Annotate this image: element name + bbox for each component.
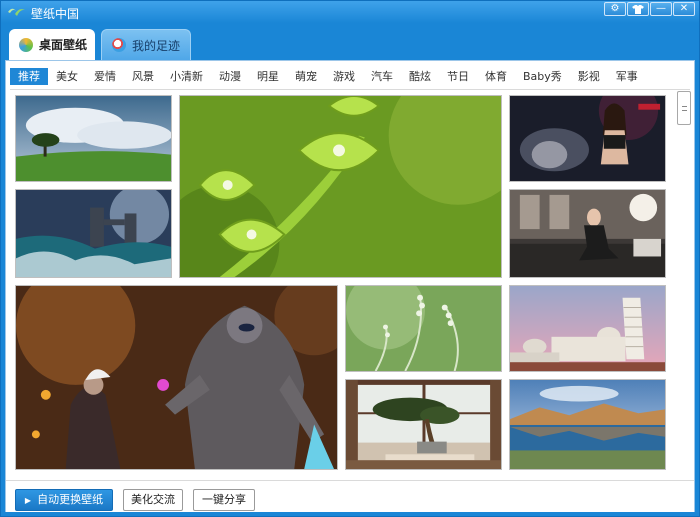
- footprint-icon: [112, 38, 126, 52]
- category-item[interactable]: 游戏: [325, 68, 363, 85]
- content-panel: 推荐 美女 爱情 风景 小清新 动漫 明星 萌宠 游戏 汽车 酷炫 节日 体育 …: [5, 60, 695, 512]
- category-item[interactable]: 美女: [48, 68, 86, 85]
- one-click-share-button[interactable]: 一键分享: [193, 489, 255, 511]
- scrollbar-thumb[interactable]: [677, 91, 691, 125]
- category-item[interactable]: 体育: [477, 68, 515, 85]
- app-window: 壁纸中国 ⚙ — ✕ 桌面壁纸 我的足迹 推荐 美女 爱情 风景 小清新 动漫 …: [0, 0, 700, 517]
- app-title: 壁纸中国: [31, 7, 80, 21]
- tile-green-plant[interactable]: [179, 95, 502, 278]
- tile-castle-waves[interactable]: [15, 189, 172, 278]
- shirt-icon[interactable]: [627, 2, 649, 16]
- tile-lake-mountains[interactable]: [509, 379, 666, 470]
- colorful-ball-icon: [19, 37, 33, 52]
- tile-city-girl[interactable]: [509, 189, 666, 278]
- auto-change-wallpaper-button[interactable]: ▶ 自动更换壁纸: [15, 489, 113, 511]
- auto-change-label: 自动更换壁纸: [37, 493, 104, 506]
- beautify-exchange-button[interactable]: 美化交流: [123, 489, 183, 511]
- tab-desktop-wallpaper[interactable]: 桌面壁纸: [9, 29, 95, 60]
- tile-motorbike-girl[interactable]: [509, 95, 666, 182]
- tile-pisa-tower[interactable]: [509, 285, 666, 372]
- tab-bar: 桌面壁纸 我的足迹: [9, 29, 191, 60]
- close-icon[interactable]: ✕: [673, 2, 695, 16]
- play-icon: ▶: [24, 496, 32, 505]
- tile-grass-flowers[interactable]: [345, 285, 502, 372]
- tile-bonsai-window[interactable]: [345, 379, 502, 470]
- tab-label: 桌面壁纸: [39, 38, 88, 52]
- category-item[interactable]: 节日: [439, 68, 477, 85]
- category-item[interactable]: 汽车: [363, 68, 401, 85]
- gallery-scrollbar[interactable]: [677, 91, 691, 473]
- category-item[interactable]: 酷炫: [401, 68, 439, 85]
- category-item[interactable]: 爱情: [86, 68, 124, 85]
- category-item[interactable]: 萌宠: [287, 68, 325, 85]
- category-item[interactable]: 风景: [124, 68, 162, 85]
- category-item[interactable]: 军事: [608, 68, 646, 85]
- category-item[interactable]: 明星: [249, 68, 287, 85]
- app-logo-icon: [7, 5, 27, 19]
- category-bar: 推荐 美女 爱情 风景 小清新 动漫 明星 萌宠 游戏 汽车 酷炫 节日 体育 …: [10, 66, 690, 86]
- category-item[interactable]: 影视: [570, 68, 608, 85]
- tab-label: 我的足迹: [132, 38, 181, 53]
- tile-game-warrior[interactable]: [15, 285, 338, 470]
- window-controls: ⚙ — ✕: [604, 2, 695, 16]
- title-bar[interactable]: 壁纸中国 ⚙ — ✕: [1, 1, 699, 25]
- minimize-icon[interactable]: —: [650, 2, 672, 16]
- category-item[interactable]: Baby秀: [515, 68, 570, 85]
- gear-icon[interactable]: ⚙: [604, 2, 626, 16]
- wallpaper-gallery: [6, 91, 696, 476]
- tile-tree-meadow[interactable]: [15, 95, 172, 182]
- category-item[interactable]: 动漫: [211, 68, 249, 85]
- category-item[interactable]: 推荐: [10, 67, 48, 85]
- tab-my-footprints[interactable]: 我的足迹: [101, 29, 191, 60]
- divider: [10, 89, 690, 90]
- category-item[interactable]: 小清新: [162, 68, 211, 85]
- bottom-bar: ▶ 自动更换壁纸 美化交流 一键分享: [6, 480, 694, 512]
